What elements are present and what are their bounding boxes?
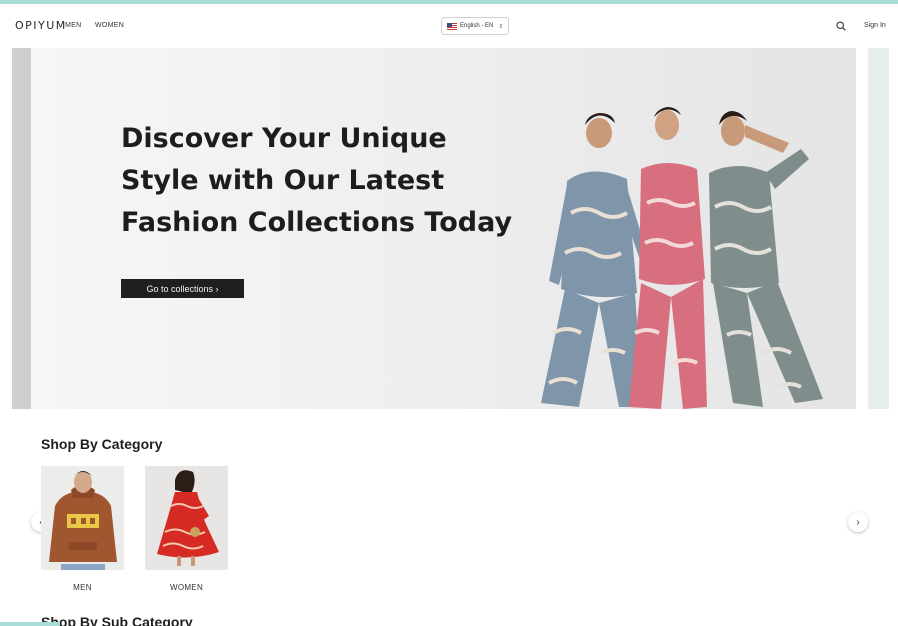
hero-banner: Discover Your Unique Style with Our Late… bbox=[31, 48, 856, 409]
updown-icon: ⇕ bbox=[498, 23, 504, 30]
us-flag-icon bbox=[447, 22, 457, 30]
hero-models-image bbox=[541, 107, 823, 409]
nav-link-men[interactable]: MEN bbox=[65, 22, 81, 29]
hero-headline-line: Discover Your Unique bbox=[121, 123, 447, 154]
site-header: OPIYUM MEN WOMEN English - EN ⇕ Sign In bbox=[0, 4, 898, 46]
men-category-image bbox=[41, 466, 124, 570]
search-icon[interactable] bbox=[836, 21, 846, 31]
category-card-women[interactable]: WOMEN bbox=[145, 466, 228, 592]
sign-in-link[interactable]: Sign In bbox=[864, 22, 886, 29]
language-selector[interactable]: English - EN ⇕ bbox=[441, 17, 509, 35]
next-slide-peek[interactable] bbox=[868, 48, 889, 409]
model-right-figure bbox=[709, 111, 823, 407]
category-label-men: MEN bbox=[73, 583, 92, 592]
category-label-women: WOMEN bbox=[169, 583, 204, 592]
language-label: English - EN bbox=[460, 23, 494, 29]
hero-headline-line: Fashion Collections Today bbox=[121, 207, 513, 238]
shop-by-category-heading: Shop By Category bbox=[41, 436, 163, 452]
previous-slide-peek[interactable] bbox=[12, 48, 31, 409]
bottom-accent-bar bbox=[0, 622, 60, 626]
shop-by-sub-category-heading: Shop By Sub Category bbox=[41, 614, 193, 626]
go-to-collections-button[interactable]: Go to collections › bbox=[121, 279, 244, 298]
hero-headline-line: Style with Our Latest bbox=[121, 165, 445, 196]
model-left-figure bbox=[541, 113, 647, 407]
women-category-image bbox=[145, 466, 228, 570]
hero-headline: Discover Your Unique Style with Our Late… bbox=[121, 118, 513, 244]
category-card-men[interactable]: MEN bbox=[41, 466, 124, 592]
nav-link-women[interactable]: WOMEN bbox=[95, 22, 124, 29]
model-middle-figure bbox=[629, 107, 707, 409]
brand-logo[interactable]: OPIYUM bbox=[15, 19, 67, 32]
chevron-right-icon: › bbox=[856, 516, 860, 528]
category-next-button[interactable]: › bbox=[848, 512, 868, 532]
